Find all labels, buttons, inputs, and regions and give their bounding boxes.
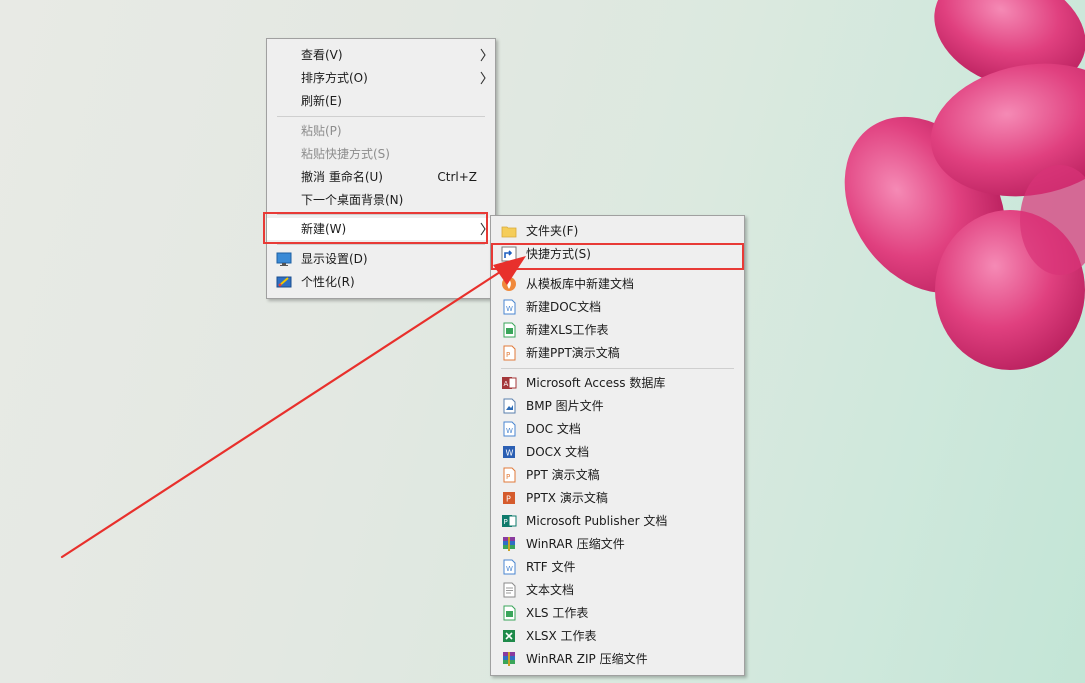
submenu-item-xls[interactable]: XLS 工作表 (491, 602, 744, 624)
menu-item-label: 个性化(R) (301, 275, 355, 289)
template-icon (502, 277, 516, 291)
submenu-item-rtf[interactable]: W RTF 文件 (491, 556, 744, 578)
xls-file-icon (503, 322, 516, 338)
submenu-item-doc[interactable]: W DOC 文档 (491, 418, 744, 440)
menu-item-label: 下一个桌面背景(N) (301, 193, 404, 207)
menu-item-label: 刷新(E) (301, 94, 342, 108)
menu-item-label: 文本文档 (526, 583, 575, 597)
svg-text:P: P (506, 351, 510, 359)
submenu-item-xlsx[interactable]: XLSX 工作表 (491, 625, 744, 647)
submenu-item-text-document[interactable]: 文本文档 (491, 579, 744, 601)
svg-text:P: P (504, 518, 508, 526)
menu-item-refresh[interactable]: 刷新(E) (267, 90, 495, 112)
rtf-file-icon: W (503, 559, 516, 575)
menu-item-label: PPT 演示文稿 (526, 468, 600, 482)
submenu-item-new-xls[interactable]: 新建XLS工作表 (491, 319, 744, 341)
menu-item-view[interactable]: 查看(V) (267, 44, 495, 66)
submenu-item-publisher[interactable]: P Microsoft Publisher 文档 (491, 510, 744, 532)
personalize-icon (276, 276, 292, 288)
submenu-item-winrar[interactable]: WinRAR 压缩文件 (491, 533, 744, 555)
bmp-image-icon (503, 398, 516, 414)
pptx-file-icon: P (503, 492, 515, 504)
menu-item-label: WinRAR 压缩文件 (526, 537, 625, 551)
submenu-item-bmp[interactable]: BMP 图片文件 (491, 395, 744, 417)
menu-item-label: DOC 文档 (526, 422, 581, 436)
menu-item-label: 粘贴(P) (301, 124, 342, 138)
submenu-item-winrar-zip[interactable]: WinRAR ZIP 压缩文件 (491, 648, 744, 670)
menu-item-paste-shortcut[interactable]: 粘贴快捷方式(S) (267, 143, 495, 165)
winrar-icon (503, 537, 515, 551)
menu-item-sort-by[interactable]: 排序方式(O) (267, 67, 495, 89)
menu-item-label: WinRAR ZIP 压缩文件 (526, 652, 648, 666)
folder-icon (501, 226, 517, 238)
winrar-zip-icon (503, 652, 515, 666)
menu-item-label: PPTX 演示文稿 (526, 491, 608, 505)
ppt-file-icon: P (503, 345, 516, 361)
menu-separator (277, 244, 485, 245)
menu-item-label: 排序方式(O) (301, 71, 368, 85)
xls-file-icon (503, 605, 516, 621)
menu-item-undo-rename[interactable]: 撤消 重命名(U) Ctrl+Z (267, 166, 495, 188)
menu-item-label: Microsoft Access 数据库 (526, 376, 666, 390)
chevron-right-icon (480, 48, 486, 62)
menu-item-label: 新建PPT演示文稿 (526, 346, 620, 360)
submenu-item-ppt[interactable]: P PPT 演示文稿 (491, 464, 744, 486)
text-file-icon (503, 582, 516, 598)
menu-item-label: 粘贴快捷方式(S) (301, 147, 390, 161)
menu-item-label: XLS 工作表 (526, 606, 589, 620)
submenu-item-new-ppt[interactable]: P 新建PPT演示文稿 (491, 342, 744, 364)
menu-item-label: XLSX 工作表 (526, 629, 597, 643)
xlsx-file-icon (503, 630, 515, 642)
menu-separator (501, 368, 734, 369)
svg-text:P: P (506, 473, 510, 481)
submenu-item-new-doc[interactable]: W 新建DOC文档 (491, 296, 744, 318)
menu-item-label: RTF 文件 (526, 560, 576, 574)
submenu-item-docx[interactable]: W DOCX 文档 (491, 441, 744, 463)
menu-item-label: BMP 图片文件 (526, 399, 604, 413)
ppt-file-icon: P (503, 467, 516, 483)
new-submenu: 文件夹(F) 快捷方式(S) 从模板库中新建文档 W 新建DOC文档 新建XLS… (490, 215, 745, 676)
chevron-right-icon (480, 71, 486, 85)
menu-item-paste[interactable]: 粘贴(P) (267, 120, 495, 142)
menu-item-label: 文件夹(F) (526, 224, 579, 238)
menu-item-personalize[interactable]: 个性化(R) (267, 271, 495, 293)
menu-item-shortcut: Ctrl+Z (437, 170, 477, 184)
menu-separator (277, 116, 485, 117)
publisher-icon: P (502, 515, 517, 527)
desktop-context-menu: 查看(V) 排序方式(O) 刷新(E) 粘贴(P) 粘贴快捷方式(S) 撤消 重… (266, 38, 496, 299)
menu-item-display-settings[interactable]: 显示设置(D) (267, 248, 495, 270)
menu-item-label: 显示设置(D) (301, 252, 368, 266)
menu-item-label: 从模板库中新建文档 (526, 277, 635, 291)
highlight-box-new (263, 212, 488, 244)
access-icon: A (502, 377, 517, 389)
submenu-item-folder[interactable]: 文件夹(F) (491, 220, 744, 242)
menu-item-label: 查看(V) (301, 48, 343, 62)
menu-item-label: 新建DOC文档 (526, 300, 602, 314)
submenu-item-access-database[interactable]: A Microsoft Access 数据库 (491, 372, 744, 394)
submenu-item-pptx[interactable]: P PPTX 演示文稿 (491, 487, 744, 509)
highlight-box-shortcut (491, 243, 744, 270)
doc-file-icon: W (503, 299, 516, 315)
doc-file-icon: W (503, 421, 516, 437)
svg-text:W: W (506, 305, 513, 313)
docx-file-icon: W (503, 446, 515, 458)
menu-item-label: Microsoft Publisher 文档 (526, 514, 668, 528)
svg-text:W: W (506, 565, 513, 573)
submenu-item-new-from-template[interactable]: 从模板库中新建文档 (491, 273, 744, 295)
svg-text:P: P (506, 495, 511, 504)
menu-item-label: 撤消 重命名(U) (301, 170, 383, 184)
svg-text:W: W (506, 427, 513, 435)
menu-item-label: DOCX 文档 (526, 445, 590, 459)
svg-text:A: A (504, 380, 509, 388)
display-icon (276, 252, 292, 266)
menu-item-next-desktop-background[interactable]: 下一个桌面背景(N) (267, 189, 495, 211)
menu-item-label: 新建XLS工作表 (526, 323, 609, 337)
svg-text:W: W (506, 449, 514, 458)
